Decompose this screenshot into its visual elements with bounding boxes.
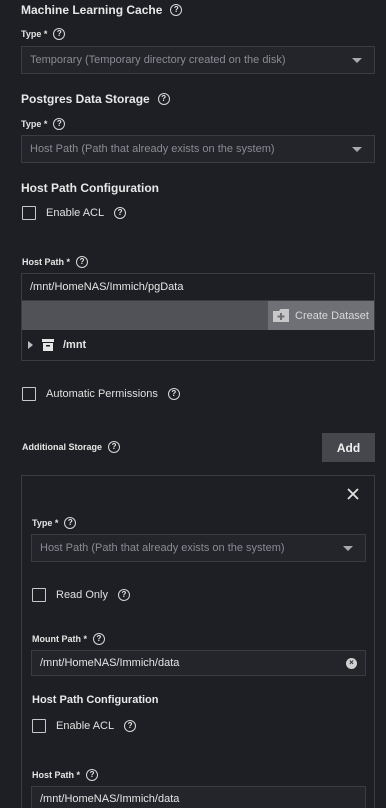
host-path-explorer: /mnt/HomeNAS/Immich/pgData Create Datase…	[21, 273, 375, 361]
help-icon[interactable]: ?	[76, 256, 89, 268]
host-path-label: Host Path * ?	[22, 256, 89, 268]
mount-path-input[interactable]: /mnt/HomeNAS/Immich/data ×	[31, 650, 366, 676]
add-storage-label: Add	[336, 440, 361, 455]
storage-item-card: Type * ? Host Path (Path that already ex…	[21, 475, 375, 808]
ml-cache-title: Machine Learning Cache ?	[21, 3, 183, 17]
checkbox-box[interactable]	[22, 387, 36, 401]
help-icon[interactable]: ?	[64, 517, 77, 529]
checkbox-box[interactable]	[32, 719, 46, 733]
chevron-down-icon	[343, 545, 353, 551]
item-host-path-config-title: Host Path Configuration	[32, 694, 159, 706]
item-type-select[interactable]: Host Path (Path that already exists on t…	[31, 534, 366, 562]
automatic-permissions-label: Automatic Permissions	[46, 388, 158, 400]
item-enable-acl-label: Enable ACL	[56, 720, 115, 732]
close-icon[interactable]	[347, 488, 359, 500]
postgres-type-select[interactable]: Host Path (Path that already exists on t…	[21, 135, 375, 163]
mount-path-value: /mnt/HomeNAS/Immich/data	[40, 657, 180, 669]
chevron-down-icon	[352, 57, 362, 63]
host-path-label-text: Host Path *	[22, 257, 71, 267]
postgres-type-value: Host Path (Path that already exists on t…	[30, 143, 275, 155]
host-path-config-title: Host Path Configuration	[21, 181, 159, 195]
explorer-toolbar: Create Dataset	[22, 301, 374, 330]
postgres-title-text: Postgres Data Storage	[21, 92, 150, 106]
help-icon[interactable]: ?	[167, 388, 180, 400]
additional-storage-title-text: Additional Storage	[22, 442, 103, 452]
host-path-input[interactable]: /mnt/HomeNAS/Immich/pgData	[22, 274, 374, 301]
item-host-path-config-title-text: Host Path Configuration	[32, 694, 159, 706]
help-icon[interactable]: ?	[86, 769, 99, 781]
create-dataset-label: Create Dataset	[295, 309, 369, 322]
postgres-type-label-text: Type *	[21, 119, 48, 129]
item-host-path-value: /mnt/HomeNAS/Immich/data	[40, 793, 180, 805]
host-path-config-title-text: Host Path Configuration	[21, 181, 159, 195]
checkbox-box[interactable]	[22, 206, 36, 220]
item-host-path-input[interactable]: /mnt/HomeNAS/Immich/data	[31, 786, 366, 808]
item-host-path-label: Host Path * ?	[32, 769, 99, 781]
help-icon[interactable]: ?	[157, 93, 170, 105]
additional-storage-title: Additional Storage ?	[22, 441, 121, 453]
host-path-value: /mnt/HomeNAS/Immich/pgData	[30, 281, 184, 293]
help-icon[interactable]: ?	[170, 4, 183, 16]
chevron-down-icon	[352, 146, 362, 152]
add-storage-button[interactable]: Add	[322, 433, 375, 462]
tree-node-label: /mnt	[63, 339, 87, 351]
automatic-permissions-checkbox[interactable]: Automatic Permissions ?	[22, 387, 180, 401]
postgres-type-label: Type * ?	[21, 118, 66, 130]
ml-cache-title-text: Machine Learning Cache	[21, 3, 163, 17]
create-dataset-button[interactable]: Create Dataset	[268, 301, 374, 330]
folder-plus-icon	[273, 309, 289, 322]
help-icon[interactable]: ?	[124, 720, 137, 732]
expand-arrow-icon[interactable]	[28, 341, 33, 349]
help-icon[interactable]: ?	[53, 118, 66, 130]
help-icon[interactable]: ?	[117, 589, 130, 601]
mount-path-label-text: Mount Path *	[32, 634, 87, 644]
read-only-label: Read Only	[56, 589, 108, 601]
enable-acl-label: Enable ACL	[46, 207, 105, 219]
ml-cache-type-value: Temporary (Temporary directory created o…	[30, 54, 286, 66]
enable-acl-checkbox[interactable]: Enable ACL ?	[22, 206, 127, 220]
ml-cache-type-select[interactable]: Temporary (Temporary directory created o…	[21, 46, 375, 74]
ml-cache-type-label-text: Type *	[21, 29, 48, 39]
clear-icon[interactable]: ×	[346, 657, 357, 669]
item-type-label: Type * ?	[32, 517, 77, 529]
checkbox-box[interactable]	[32, 588, 46, 602]
help-icon[interactable]: ?	[93, 633, 105, 645]
item-type-value: Host Path (Path that already exists on t…	[40, 542, 285, 554]
help-icon[interactable]: ?	[114, 207, 127, 219]
dataset-icon	[42, 339, 54, 351]
read-only-checkbox[interactable]: Read Only ?	[32, 588, 130, 602]
item-host-path-label-text: Host Path *	[32, 770, 81, 780]
item-enable-acl-checkbox[interactable]: Enable ACL ?	[32, 719, 137, 733]
help-icon[interactable]: ?	[53, 28, 66, 40]
help-icon[interactable]: ?	[108, 441, 121, 453]
ml-cache-type-label: Type * ?	[21, 28, 66, 40]
tree-node-mnt[interactable]: /mnt	[22, 330, 374, 360]
mount-path-label: Mount Path * ?	[32, 633, 105, 645]
item-type-label-text: Type *	[32, 518, 59, 528]
postgres-title: Postgres Data Storage ?	[21, 92, 170, 106]
